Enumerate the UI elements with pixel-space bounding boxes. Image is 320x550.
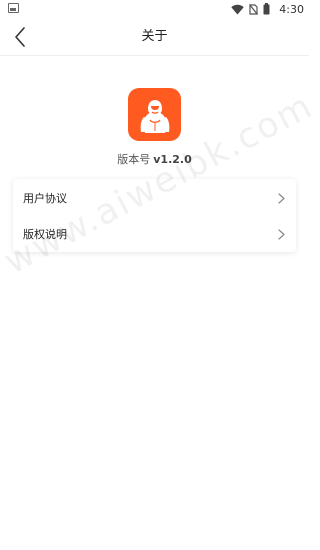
- clock: 4:30: [279, 2, 304, 16]
- menu-item-label: 用户协议: [23, 192, 67, 205]
- menu-item-copyright[interactable]: 版权说明: [13, 216, 296, 252]
- status-bar: 4:30: [0, 0, 309, 18]
- app-logo: [128, 88, 181, 141]
- wifi-icon: [231, 4, 244, 14]
- version-info: 版本号 v1.2.0: [0, 151, 309, 167]
- battery-icon: [263, 3, 270, 15]
- status-icons: 4:30: [231, 1, 304, 17]
- menu-item-user-agreement[interactable]: 用户协议: [13, 180, 296, 216]
- version-number: v1.2.0: [153, 153, 192, 166]
- version-label: 版本号: [117, 153, 151, 166]
- menu-item-label: 版权说明: [23, 228, 67, 241]
- chevron-right-icon: [276, 192, 286, 204]
- image-icon: [8, 3, 19, 13]
- no-sim-icon: [249, 3, 259, 15]
- chevron-right-icon: [276, 228, 286, 240]
- about-menu-card: 用户协议 版权说明: [13, 179, 296, 252]
- gorilla-icon: [140, 99, 169, 133]
- page-title: 关于: [141, 29, 168, 44]
- nav-bar: 关于: [0, 18, 309, 56]
